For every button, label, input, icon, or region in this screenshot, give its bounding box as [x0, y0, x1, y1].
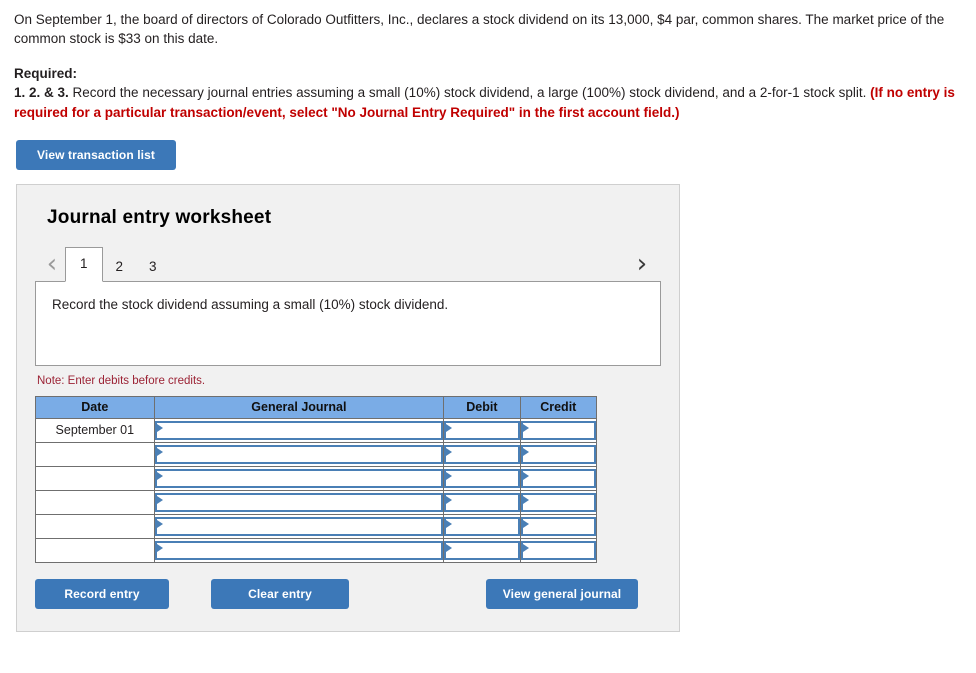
required-text: Record the necessary journal entries ass… [68, 85, 871, 101]
debit-input[interactable] [443, 441, 521, 467]
date-cell[interactable] [35, 537, 155, 563]
credit-input-box[interactable] [520, 444, 596, 464]
table-row: September 01 [35, 417, 598, 443]
worksheet-actions: Record entry Clear entry View general jo… [35, 578, 655, 609]
table-row [35, 441, 598, 467]
journal-entry-table: Date General Journal Debit Credit Septem… [35, 395, 598, 563]
table-row [35, 465, 598, 491]
debit-input[interactable] [443, 513, 521, 539]
debit-input-box[interactable] [444, 540, 520, 560]
general-journal-input[interactable] [153, 537, 445, 563]
view-general-journal-button[interactable]: View general journal [486, 578, 638, 609]
debit-input[interactable] [443, 537, 521, 563]
problem-statement: On September 1, the board of directors o… [14, 12, 945, 47]
date-cell[interactable] [35, 441, 155, 467]
problem-area: On September 1, the board of directors o… [0, 0, 976, 122]
debit-input-box[interactable] [444, 444, 520, 464]
general-journal-input-box[interactable] [154, 516, 444, 536]
credit-input-box[interactable] [520, 420, 596, 440]
instruction-box: Record the stock dividend assuming a sma… [35, 280, 661, 366]
debit-input-box[interactable] [444, 516, 520, 536]
record-entry-button[interactable]: Record entry [35, 578, 169, 609]
debits-before-credits-note: Note: Enter debits before credits. [37, 374, 206, 387]
required-label: Required: [14, 66, 78, 82]
tab-3[interactable]: 3 [136, 253, 170, 281]
debit-input-box[interactable] [444, 420, 520, 440]
table-header-row: Date General Journal Debit Credit [35, 395, 598, 419]
debit-input[interactable] [443, 417, 521, 443]
credit-input[interactable] [519, 489, 598, 515]
chevron-left-icon[interactable]: ‹ [39, 251, 65, 281]
debit-input-box[interactable] [444, 468, 520, 488]
credit-input[interactable] [519, 417, 598, 443]
chevron-right-icon[interactable]: › [629, 251, 655, 281]
general-journal-input-box[interactable] [154, 444, 444, 464]
required-block: Required: 1. 2. & 3. Record the necessar… [14, 64, 956, 121]
general-journal-input-box[interactable] [154, 492, 444, 512]
table-row [35, 513, 598, 539]
general-journal-input[interactable] [153, 489, 445, 515]
debit-input[interactable] [443, 465, 521, 491]
date-cell[interactable]: September 01 [35, 417, 155, 443]
general-journal-input[interactable] [153, 465, 445, 491]
journal-entry-worksheet-panel: Journal entry worksheet ‹ 1 2 3 › Record… [16, 183, 680, 632]
general-journal-input[interactable] [153, 417, 445, 443]
view-transaction-list-button[interactable]: View transaction list [16, 139, 176, 170]
date-cell[interactable] [35, 513, 155, 539]
table-row [35, 489, 598, 515]
credit-input[interactable] [519, 441, 598, 467]
tab-1[interactable]: 1 [65, 247, 103, 282]
credit-input-box[interactable] [520, 540, 596, 560]
credit-input-box[interactable] [520, 492, 596, 512]
table-row [35, 537, 598, 563]
general-journal-input[interactable] [153, 513, 445, 539]
general-journal-input-box[interactable] [154, 468, 444, 488]
clear-entry-button[interactable]: Clear entry [211, 578, 349, 609]
credit-input[interactable] [519, 465, 598, 491]
view-transaction-list-wrap: View transaction list [0, 122, 976, 170]
date-cell[interactable] [35, 489, 155, 515]
column-header-general-journal: General Journal [153, 395, 445, 419]
column-header-debit: Debit [443, 395, 521, 419]
date-cell[interactable] [35, 465, 155, 491]
credit-input[interactable] [519, 537, 598, 563]
credit-input-box[interactable] [520, 468, 596, 488]
required-numbers: 1. 2. & 3. [14, 85, 69, 101]
debit-input-box[interactable] [444, 492, 520, 512]
debit-input[interactable] [443, 489, 521, 515]
tab-2[interactable]: 2 [103, 253, 137, 281]
worksheet-tabstrip: ‹ 1 2 3 › [35, 245, 661, 282]
credit-input[interactable] [519, 513, 598, 539]
general-journal-input-box[interactable] [154, 420, 444, 440]
credit-input-box[interactable] [520, 516, 596, 536]
column-header-credit: Credit [519, 395, 598, 419]
instruction-text: Record the stock dividend assuming a sma… [52, 296, 449, 312]
worksheet-title: Journal entry worksheet [47, 206, 272, 228]
column-header-date: Date [35, 395, 155, 419]
general-journal-input[interactable] [153, 441, 445, 467]
general-journal-input-box[interactable] [154, 540, 444, 560]
